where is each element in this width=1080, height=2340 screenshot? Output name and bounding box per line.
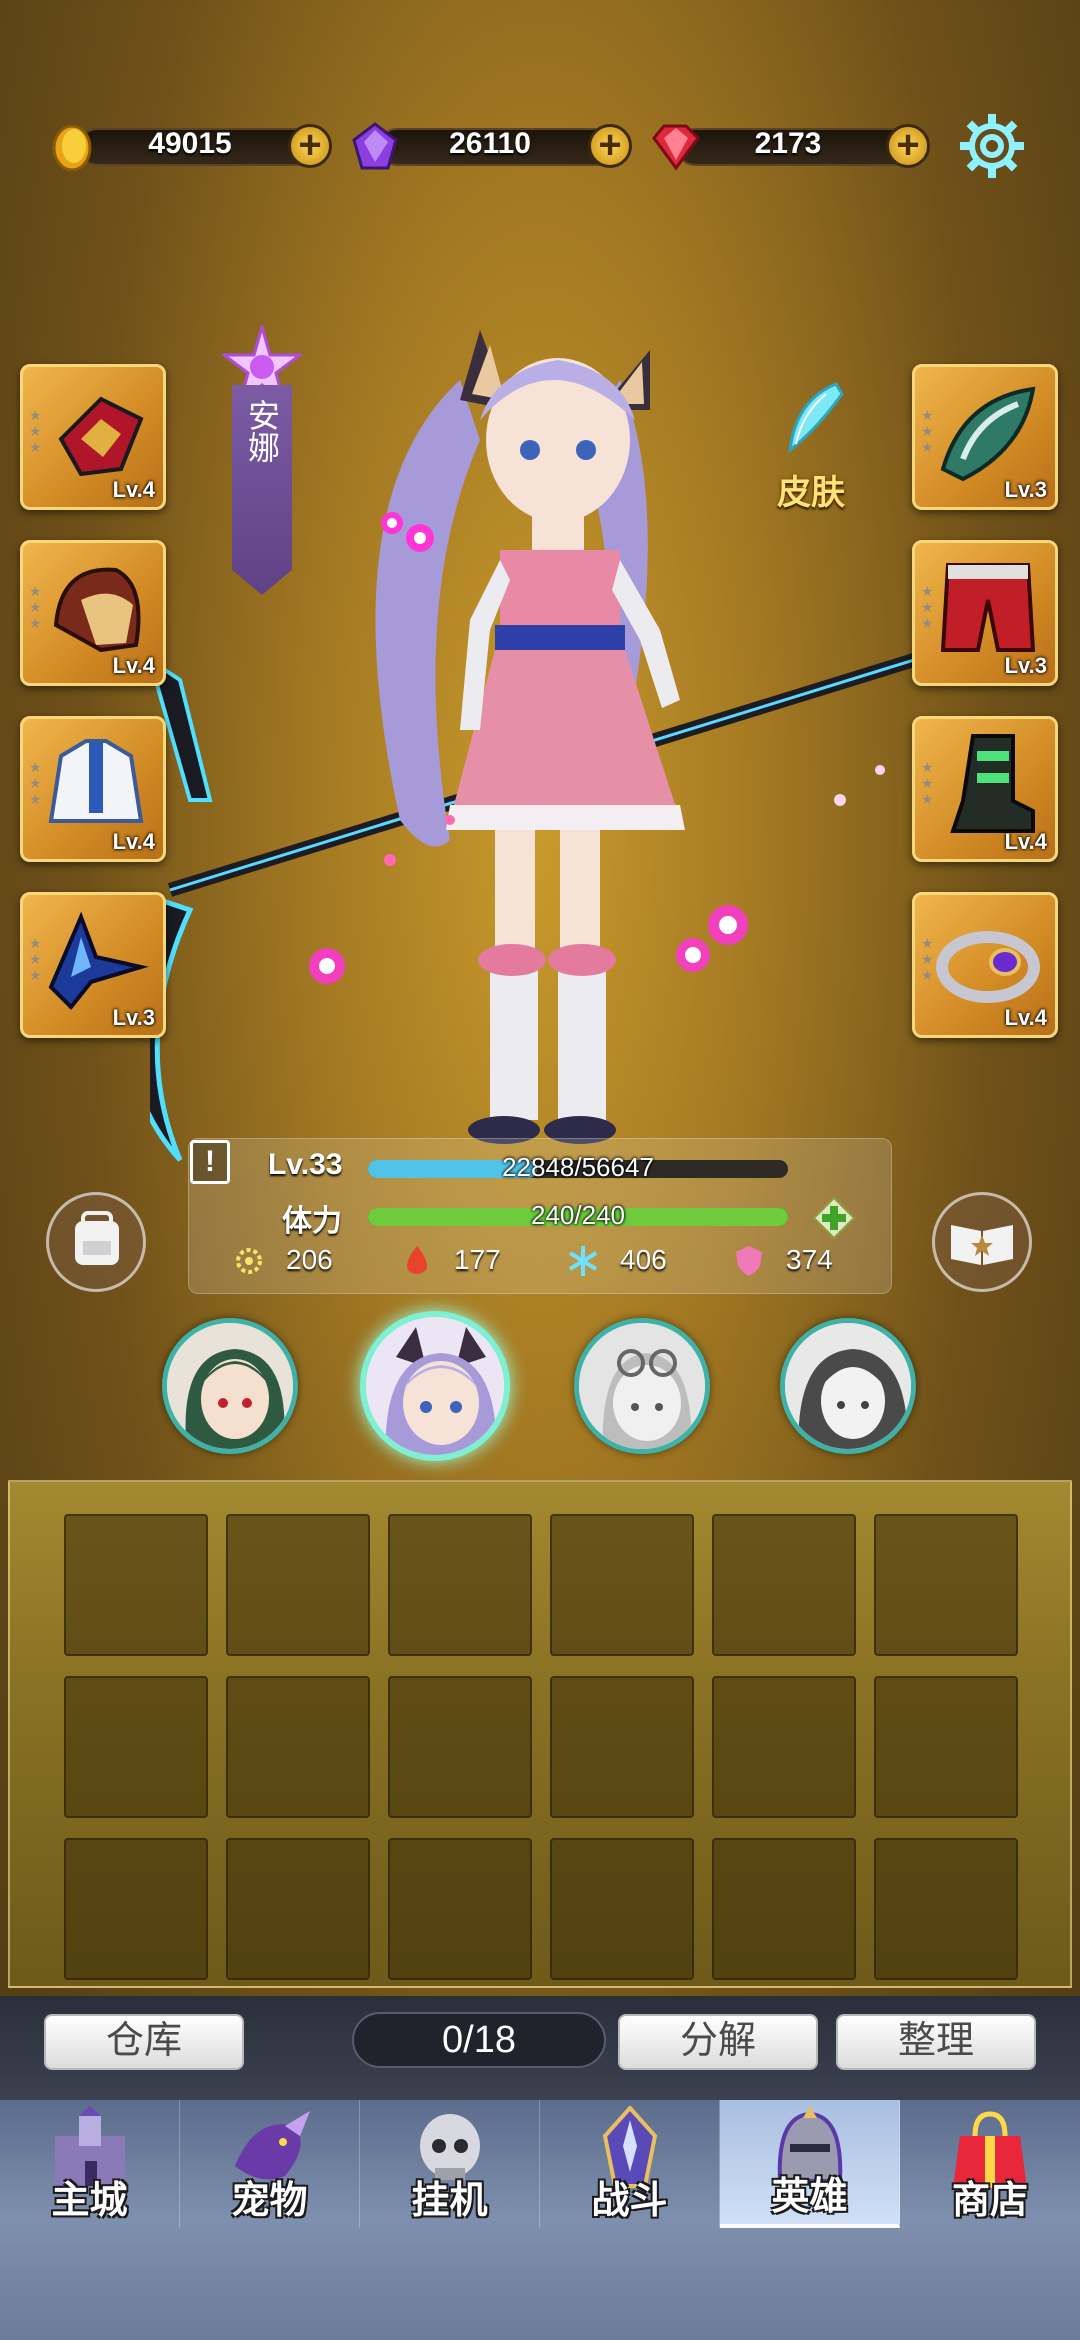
inventory-slot[interactable]	[874, 1838, 1018, 1980]
attr-defense: 374	[786, 1244, 833, 1275]
gauntlet-icon	[58, 396, 144, 477]
inventory-slot[interactable]	[226, 1838, 370, 1980]
pants-icon	[940, 563, 1036, 652]
ring-icon	[936, 931, 1040, 1003]
boots-icon	[950, 734, 1035, 833]
add-gem-button[interactable]: +	[886, 124, 930, 168]
gold-value: 49015	[148, 127, 232, 160]
crystal-value: 26110	[449, 127, 531, 160]
inventory-slot[interactable]	[874, 1514, 1018, 1656]
equip-slot-gauntlet[interactable]: ★ ★ ★ Lv.4	[20, 364, 166, 510]
nav-battle[interactable]: 战斗	[540, 2100, 720, 2228]
inventory-slot[interactable]	[226, 1676, 370, 1818]
warehouse-button[interactable]: 仓库	[44, 2014, 244, 2070]
gold-currency: 49015 +	[50, 122, 332, 172]
inventory-slot[interactable]	[226, 1514, 370, 1656]
helmet-icon	[53, 567, 141, 653]
skin-label: 皮肤	[777, 474, 845, 512]
inventory-slot[interactable]	[64, 1514, 208, 1656]
equip-level: Lv.4	[1004, 829, 1047, 854]
nav-label: 英雄	[771, 2176, 848, 2218]
shoulder-guard-icon	[940, 386, 1036, 482]
equip-slot-boots[interactable]: ★ ★ ★ Lv.4	[912, 716, 1058, 862]
hero-level: Lv.33	[268, 1148, 343, 1181]
nav-label: 战斗	[591, 2180, 668, 2222]
hero-name-banner: 安娜	[232, 385, 292, 595]
equip-slot-ring[interactable]: ★ ★ ★ Lv.4	[912, 892, 1058, 1038]
crystal-currency: 26110 +	[350, 122, 632, 170]
nav-heroes[interactable]: 英雄	[720, 2100, 900, 2228]
nav-label: 挂机	[411, 2180, 488, 2222]
settings-gear-icon[interactable]	[958, 112, 1026, 180]
equip-level: Lv.4	[112, 829, 155, 854]
nav-main-city[interactable]: 主城	[0, 2100, 180, 2228]
wing-crystal-icon	[48, 911, 149, 1010]
nav-label: 主城	[51, 2180, 128, 2222]
equip-level: Lv.4	[1004, 1005, 1047, 1030]
equip-level: Lv.4	[112, 653, 155, 678]
inventory-slot[interactable]	[388, 1676, 532, 1818]
add-gold-button[interactable]: +	[288, 124, 332, 168]
inventory-slot[interactable]	[550, 1514, 694, 1656]
nav-pets[interactable]: 宠物	[180, 2100, 360, 2228]
inventory-slot[interactable]	[874, 1676, 1018, 1818]
equip-level: Lv.3	[112, 1005, 155, 1030]
inventory-slot[interactable]	[550, 1676, 694, 1818]
equip-slot-armor[interactable]: ★ ★ ★ Lv.4	[20, 716, 166, 862]
attr-ice: 406	[620, 1244, 667, 1275]
ice-snowflake-icon	[566, 1244, 600, 1278]
decompose-button[interactable]: 分解	[618, 2014, 818, 2070]
hero-portrait-green-hair[interactable]	[162, 1318, 298, 1454]
equip-level: Lv.3	[1004, 653, 1047, 678]
hero-portrait-goggles-locked[interactable]	[574, 1318, 710, 1454]
gem-currency: 2173 +	[648, 122, 930, 171]
armor-icon	[48, 739, 144, 823]
equip-slot-shoulder[interactable]: ★ ★ ★ Lv.3	[912, 364, 1058, 510]
inventory-slot[interactable]	[712, 1838, 856, 1980]
equip-slot-helmet[interactable]: ★ ★ ★ Lv.4	[20, 540, 166, 686]
inventory-slot[interactable]	[64, 1676, 208, 1818]
add-crystal-button[interactable]: +	[588, 124, 632, 168]
attack-gear-icon	[232, 1244, 266, 1278]
inventory-slot[interactable]	[64, 1838, 208, 1980]
info-alert-icon[interactable]: !	[190, 1140, 230, 1184]
equip-slot-pants[interactable]: ★ ★ ★ Lv.3	[912, 540, 1058, 686]
nav-idle[interactable]: 挂机	[360, 2100, 540, 2228]
attr-fire: 177	[454, 1244, 501, 1275]
hero-portrait-dark-hair-locked[interactable]	[780, 1318, 916, 1454]
skin-feather-icon	[788, 382, 844, 454]
organize-button[interactable]: 整理	[836, 2014, 1036, 2070]
equip-level: Lv.4	[112, 477, 155, 502]
equip-slot-wing[interactable]: ★ ★ ★ Lv.3	[20, 892, 166, 1038]
skin-button[interactable]: 皮肤	[766, 380, 856, 514]
stamina-label: 体力	[282, 1205, 342, 1238]
fire-drop-icon	[400, 1244, 434, 1278]
hero-name: 安娜	[244, 399, 280, 463]
nav-label: 宠物	[231, 2180, 308, 2222]
equip-level: Lv.3	[1004, 477, 1047, 502]
nav-label: 商店	[951, 2180, 1028, 2222]
backpack-icon	[75, 1211, 119, 1265]
attr-attack: 206	[286, 1244, 333, 1275]
inventory-slot[interactable]	[388, 1838, 532, 1980]
gem-value: 2173	[754, 127, 822, 160]
inventory-slot[interactable]	[388, 1514, 532, 1656]
backpack-button[interactable]	[46, 1192, 146, 1292]
inventory-slot[interactable]	[712, 1676, 856, 1818]
defense-shield-icon	[732, 1244, 766, 1278]
exp-text: 22848/56647	[502, 1152, 654, 1182]
hero-portrait-anna-selected[interactable]	[360, 1311, 510, 1461]
add-stamina-button[interactable]	[812, 1196, 856, 1240]
nav-shop[interactable]: 商店	[900, 2100, 1080, 2228]
hero-book-button[interactable]	[932, 1192, 1032, 1292]
inventory-slot[interactable]	[550, 1838, 694, 1980]
stamina-text: 240/240	[531, 1200, 625, 1230]
open-book-icon	[951, 1225, 1013, 1265]
inventory-slot[interactable]	[712, 1514, 856, 1656]
inventory-count: 0/18	[352, 2012, 606, 2068]
